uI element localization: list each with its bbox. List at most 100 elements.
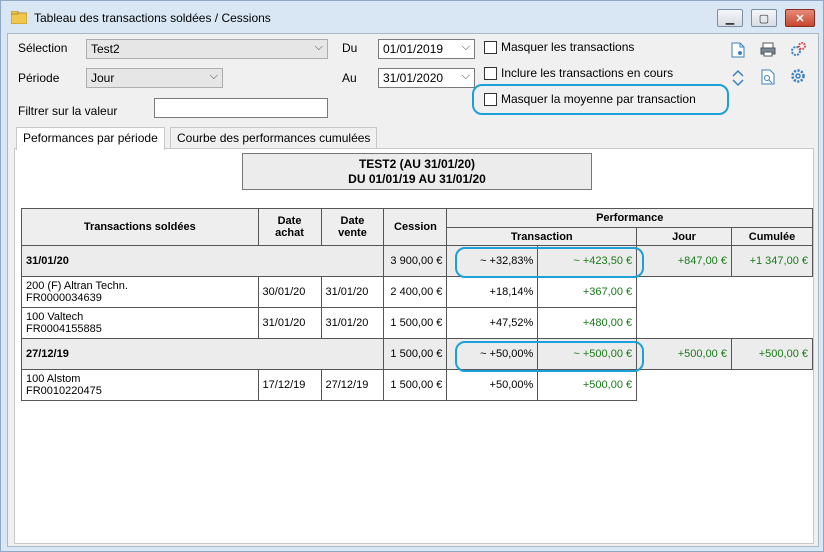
group-date: 31/01/20 (20, 245, 385, 277)
header-cumulative: Cumulée (730, 227, 814, 246)
report-header: TEST2 (AU 31/01/20) DU 01/01/19 AU 31/01… (242, 153, 592, 190)
table-row[interactable]: 200 (F) Altran Techn. FR0000034639 30/01… (21, 276, 813, 308)
tab-label: Peformances par période (23, 131, 158, 145)
sell-date: 27/12/19 (320, 369, 385, 401)
highlight-annotation (455, 341, 644, 372)
selection-label: Sélection (18, 41, 68, 55)
report-subtitle: DU 01/01/19 AU 31/01/20 (348, 172, 486, 186)
header-sell-date: Date vente (320, 208, 385, 246)
period-value: Jour (91, 71, 115, 85)
sort-arrows-icon[interactable] (730, 69, 746, 87)
to-date-value: 31/01/2020 (383, 71, 444, 85)
title-bar: Tableau des transactions soldées / Cessi… (1, 1, 823, 33)
tab-cumulative-curve[interactable]: Courbe des performances cumulées (170, 127, 378, 149)
value-filter-input[interactable] (154, 98, 328, 118)
chevron-down-icon: ⌵ (314, 41, 323, 53)
tab-performances-period[interactable]: Peformances par période (16, 127, 165, 150)
hide-average-checkbox[interactable]: Masquer la moyenne par transaction (484, 92, 696, 106)
include-pending-label: Inclure les transactions en cours (501, 66, 674, 80)
table-row[interactable]: 100 Alstom FR0010220475 17/12/19 27/12/1… (21, 369, 813, 401)
header-buy-date: Date achat (257, 208, 322, 246)
close-icon: ✕ (795, 12, 805, 25)
hide-transactions-checkbox[interactable]: Masquer les transactions (484, 40, 634, 54)
preview-doc-icon[interactable] (760, 69, 776, 87)
value-filter-label: Filtrer sur la valeur (18, 104, 118, 118)
empty-cell (636, 369, 813, 401)
table-row[interactable]: 100 Valtech FR0004155885 31/01/20 31/01/… (21, 307, 813, 339)
chevron-down-icon: ⌵ (461, 70, 470, 82)
chevron-down-icon: ⌵ (461, 41, 470, 53)
security-cell: 100 Valtech FR0004155885 (21, 307, 259, 339)
group-cession: 3 900,00 € (383, 245, 448, 277)
table-group-row[interactable]: 27/12/19 1 500,00 € ~ +50,00% ~ +500,00 … (20, 338, 814, 370)
client-area: Sélection Test2 ⌵ Du 01/01/2019 ⌵ Masque… (7, 33, 819, 547)
security-name: 200 (F) Altran Techn. (26, 280, 128, 292)
security-name: 100 Alstom (26, 373, 81, 385)
maximize-button[interactable]: ▢ (751, 9, 777, 27)
security-name: 100 Valtech (26, 311, 84, 323)
group-date: 27/12/19 (20, 338, 385, 370)
period-label: Période (18, 71, 60, 85)
transactions-table: Transactions soldées Date achat Date ven… (20, 208, 814, 401)
header-transaction: Transaction (446, 227, 638, 246)
table-group-row[interactable]: 31/01/20 3 900,00 € ~ +32,83% ~ +423,50 … (20, 245, 814, 277)
group-day: +847,00 € (636, 245, 732, 277)
security-cell: 100 Alstom FR0010220475 (21, 369, 259, 401)
cession-value: 2 400,00 € (383, 276, 448, 308)
minimize-button[interactable]: ▁ (717, 9, 743, 27)
to-date-picker[interactable]: 31/01/2020 ⌵ (378, 68, 475, 88)
sell-date: 31/01/20 (320, 307, 385, 339)
include-pending-checkbox[interactable]: Inclure les transactions en cours (484, 66, 673, 80)
gear-icon[interactable] (790, 68, 806, 86)
header-performance: Performance (446, 208, 813, 228)
header-day: Jour (636, 227, 732, 246)
transaction-pct: +18,14% (446, 276, 539, 308)
security-code: FR0004155885 (26, 323, 102, 335)
selection-select[interactable]: Test2 ⌵ (86, 39, 328, 59)
buy-date: 30/01/20 (257, 276, 322, 308)
group-day: +500,00 € (636, 338, 732, 370)
print-icon[interactable] (760, 42, 776, 60)
from-date-picker[interactable]: 01/01/2019 ⌵ (378, 39, 475, 59)
report-title: TEST2 (AU 31/01/20) (358, 157, 476, 171)
transaction-amount: +500,00 € (537, 369, 638, 401)
checkbox-box[interactable] (484, 40, 497, 54)
checkbox-box[interactable] (484, 92, 497, 106)
minimize-icon: ▁ (725, 12, 735, 25)
window-title: Tableau des transactions soldées / Cessi… (34, 11, 271, 25)
main-window: Tableau des transactions soldées / Cessi… (0, 0, 824, 552)
buy-date: 17/12/19 (257, 369, 322, 401)
security-code: FR0000034639 (26, 292, 102, 304)
maximize-icon: ▢ (758, 12, 770, 25)
settings-gears-icon[interactable] (790, 41, 806, 59)
period-select[interactable]: Jour ⌵ (86, 68, 223, 88)
folder-icon (11, 11, 27, 24)
to-label: Au (342, 71, 357, 85)
sell-date: 31/01/20 (320, 276, 385, 308)
security-cell: 200 (F) Altran Techn. FR0000034639 (21, 276, 259, 308)
empty-cell (636, 276, 813, 308)
cession-value: 1 500,00 € (383, 369, 448, 401)
transaction-amount: +367,00 € (537, 276, 638, 308)
selection-value: Test2 (91, 42, 120, 56)
new-doc-icon[interactable] (730, 42, 746, 60)
empty-cell (636, 307, 813, 339)
header-cession: Cession (383, 208, 448, 246)
tab-content: TEST2 (AU 31/01/20) DU 01/01/19 AU 31/01… (14, 148, 814, 544)
security-code: FR0010220475 (26, 385, 102, 397)
group-cumulative: +1 347,00 € (730, 245, 814, 277)
group-cession: 1 500,00 € (383, 338, 448, 370)
highlight-annotation (455, 247, 644, 278)
checkbox-box[interactable] (484, 66, 497, 80)
tab-label: Courbe des performances cumulées (177, 131, 371, 145)
transaction-pct: +47,52% (446, 307, 539, 339)
transaction-amount: +480,00 € (537, 307, 638, 339)
hide-average-label: Masquer la moyenne par transaction (501, 92, 696, 106)
transaction-pct: +50,00% (446, 369, 539, 401)
hide-transactions-label: Masquer les transactions (501, 40, 635, 54)
from-date-value: 01/01/2019 (383, 42, 444, 56)
close-button[interactable]: ✕ (785, 9, 815, 27)
buy-date: 31/01/20 (257, 307, 322, 339)
chevron-down-icon: ⌵ (209, 70, 218, 82)
header-transactions: Transactions soldées (21, 208, 259, 246)
